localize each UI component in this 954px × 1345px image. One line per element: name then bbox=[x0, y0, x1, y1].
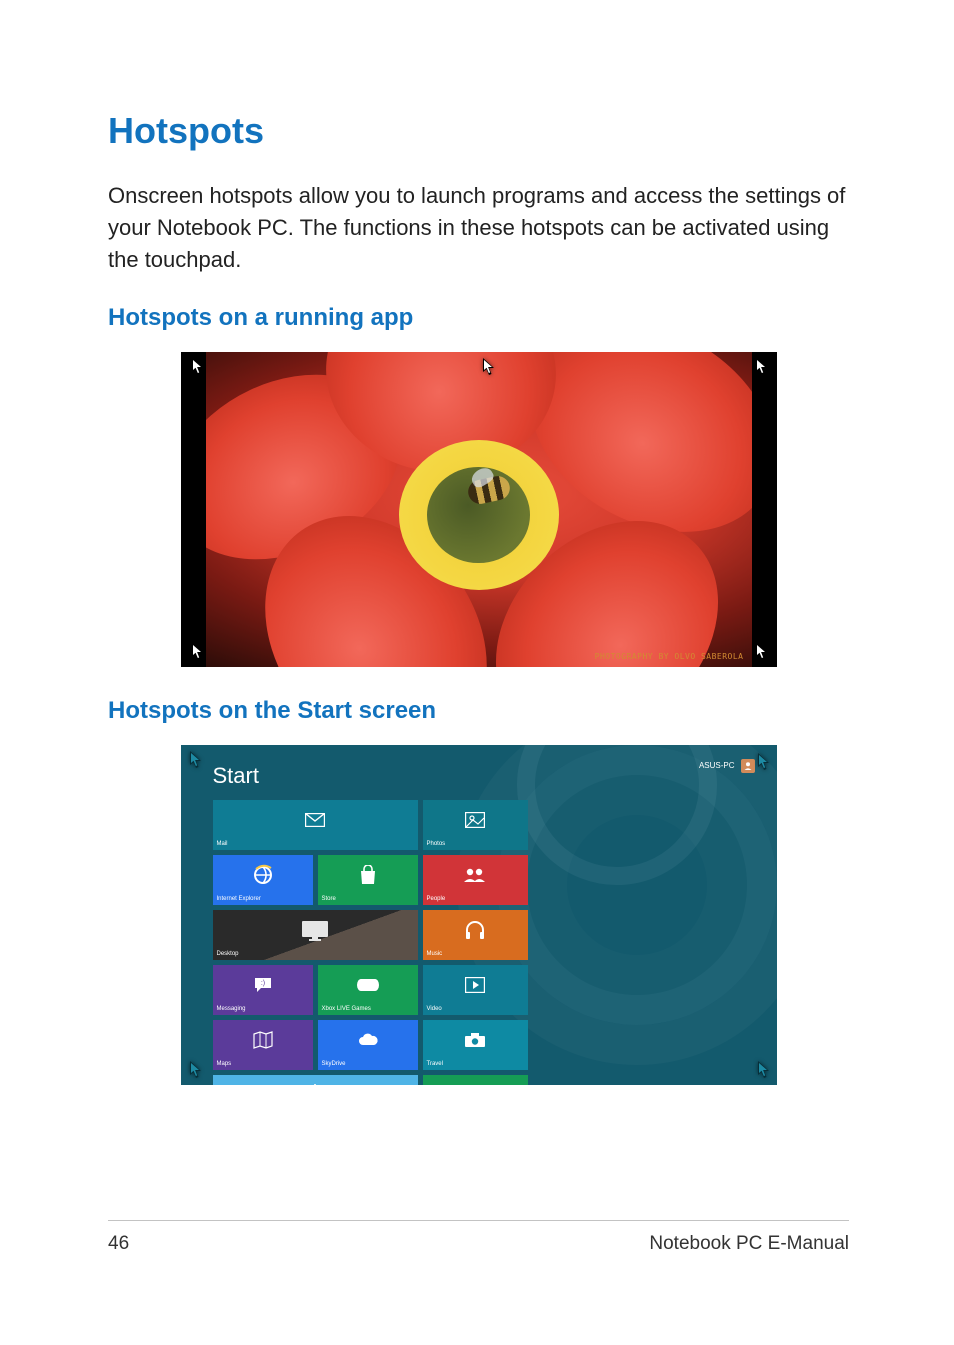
tile-label: Messaging bbox=[217, 1006, 309, 1012]
tile-label: People bbox=[427, 896, 524, 902]
cursor-icon bbox=[189, 1061, 203, 1079]
tile-messaging[interactable]: :) Messaging bbox=[213, 965, 313, 1015]
start-title: Start bbox=[213, 763, 259, 789]
mail-icon bbox=[305, 813, 325, 827]
cursor-icon bbox=[482, 358, 496, 376]
doc-title: Notebook PC E-Manual bbox=[649, 1233, 849, 1255]
flower-photo: PHOTOGRAPHY BY OLVO SABEROLA bbox=[206, 352, 752, 667]
tile-label: Music bbox=[427, 951, 524, 957]
tile-label: Store bbox=[322, 896, 414, 902]
tile-label: Travel bbox=[427, 1061, 524, 1067]
cursor-icon bbox=[755, 643, 769, 661]
screenshot-start-screen: Start ASUS-PC Mail Photos Internet Explore… bbox=[181, 745, 777, 1085]
cursor-icon bbox=[757, 1061, 771, 1079]
cursor-icon bbox=[191, 643, 205, 661]
tile-label: Video bbox=[427, 1006, 524, 1012]
tile-ie[interactable]: Internet Explorer bbox=[213, 855, 313, 905]
bag-icon bbox=[359, 865, 377, 885]
play-icon bbox=[465, 977, 485, 993]
page-footer: 46 Notebook PC E-Manual bbox=[108, 1220, 849, 1255]
subheading-start-screen: Hotspots on the Start screen bbox=[108, 697, 849, 725]
tile-maps[interactable]: Maps bbox=[213, 1020, 313, 1070]
tile-mail[interactable]: Mail bbox=[213, 800, 418, 850]
photo-watermark: PHOTOGRAPHY BY OLVO SABEROLA bbox=[595, 652, 744, 661]
user-name-label: ASUS-PC bbox=[699, 761, 735, 770]
tile-label: Desktop bbox=[217, 951, 414, 957]
tile-label: Photos bbox=[427, 841, 524, 847]
tile-weather[interactable]: Weather bbox=[213, 1075, 418, 1085]
page-title: Hotspots bbox=[108, 110, 849, 152]
subheading-running-app: Hotspots on a running app bbox=[108, 304, 849, 332]
headphones-icon bbox=[464, 920, 486, 940]
page-number: 46 bbox=[108, 1233, 129, 1255]
tile-label: Internet Explorer bbox=[217, 896, 309, 902]
tile-label: Maps bbox=[217, 1061, 309, 1067]
cursor-icon bbox=[191, 358, 205, 376]
chat-icon: :) bbox=[254, 977, 272, 993]
map-icon bbox=[253, 1031, 273, 1049]
tile-video[interactable]: Video bbox=[423, 965, 528, 1015]
manual-page: Hotspots Onscreen hotspots allow you to … bbox=[0, 0, 954, 1345]
avatar-icon bbox=[741, 759, 755, 773]
flower-center bbox=[399, 440, 559, 590]
sun-icon bbox=[303, 1083, 327, 1085]
cloud-icon bbox=[357, 1033, 379, 1047]
tile-travel[interactable]: Travel bbox=[423, 1020, 528, 1070]
user-chip[interactable]: ASUS-PC bbox=[699, 759, 755, 773]
cursor-icon bbox=[755, 358, 769, 376]
tile-finance[interactable]: Finance bbox=[423, 1075, 528, 1085]
tiles-grid: Mail Photos Internet Explorer Store People De… bbox=[213, 800, 543, 1085]
tile-people[interactable]: People bbox=[423, 855, 528, 905]
tile-games[interactable]: Xbox LIVE Games bbox=[318, 965, 418, 1015]
ie-icon bbox=[252, 864, 274, 886]
cursor-icon bbox=[757, 753, 771, 771]
photo-icon bbox=[465, 812, 485, 828]
camera-travel-icon bbox=[464, 1032, 486, 1048]
tile-label: Xbox LIVE Games bbox=[322, 1006, 414, 1012]
tile-skydrive[interactable]: SkyDrive bbox=[318, 1020, 418, 1070]
people-icon bbox=[463, 867, 487, 883]
tile-label: Mail bbox=[217, 841, 414, 847]
gamepad-icon bbox=[357, 978, 379, 992]
svg-text::): :) bbox=[260, 980, 264, 987]
tile-music[interactable]: Music bbox=[423, 910, 528, 960]
tile-label: SkyDrive bbox=[322, 1061, 414, 1067]
desktop-icon bbox=[300, 919, 330, 941]
screenshot-running-app: PHOTOGRAPHY BY OLVO SABEROLA bbox=[181, 352, 777, 667]
tile-store[interactable]: Store bbox=[318, 855, 418, 905]
cursor-icon bbox=[189, 751, 203, 769]
tile-desktop[interactable]: Desktop bbox=[213, 910, 418, 960]
tile-photos[interactable]: Photos bbox=[423, 800, 528, 850]
intro-paragraph: Onscreen hotspots allow you to launch pr… bbox=[108, 180, 849, 276]
